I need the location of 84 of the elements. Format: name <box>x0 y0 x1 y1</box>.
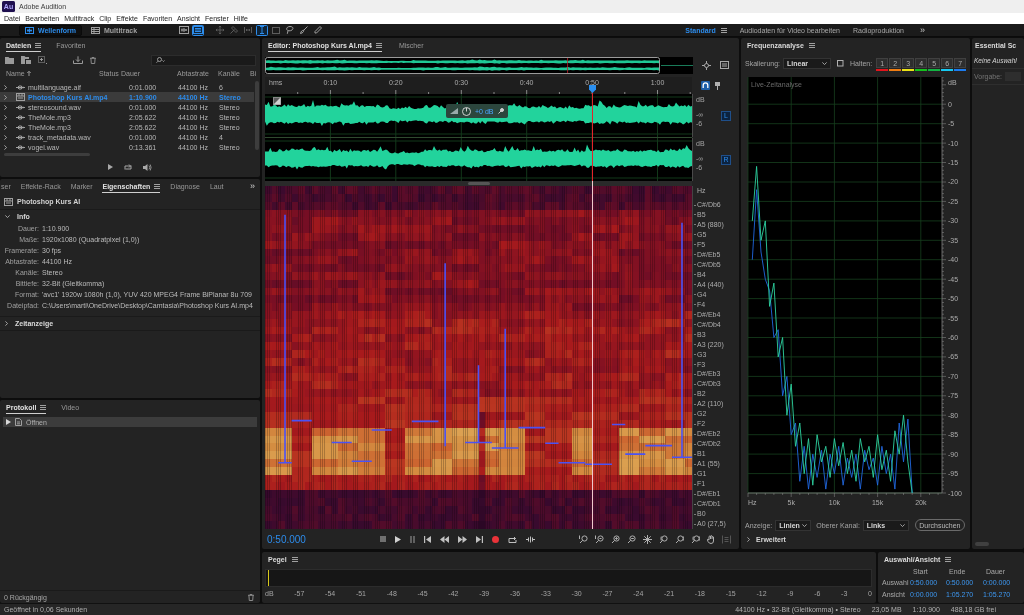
trash-icon[interactable] <box>90 56 96 64</box>
spectral-view-icon <box>193 26 204 34</box>
hand-icon[interactable] <box>707 534 715 544</box>
menu-icon[interactable] <box>945 557 952 562</box>
blade-icon <box>230 26 239 34</box>
play-icon[interactable] <box>108 164 113 170</box>
time-display: 0:50.000 <box>267 533 307 545</box>
film-icon <box>16 93 25 101</box>
tray-arrow-icon[interactable] <box>73 56 83 64</box>
magnifier-icon[interactable] <box>611 534 620 544</box>
waveform-icon <box>16 124 25 130</box>
caret-icon <box>802 523 808 527</box>
flag-icon[interactable] <box>715 81 720 90</box>
lasso-icon <box>286 26 295 34</box>
multitrack-icon <box>91 26 100 34</box>
tool-button[interactable] <box>256 24 269 36</box>
tool-button[interactable] <box>298 24 311 36</box>
waveform-icon <box>16 114 25 120</box>
stretch-icon <box>244 26 253 34</box>
magnifier-icon[interactable] <box>659 534 668 544</box>
magnifier-icon[interactable] <box>691 534 700 544</box>
menu-icon[interactable] <box>720 27 727 33</box>
waveform-view-icon <box>179 26 190 34</box>
pencil-icon <box>314 26 323 34</box>
magnet-icon[interactable] <box>701 81 710 90</box>
menu-icon[interactable] <box>35 42 42 48</box>
overflow-button[interactable]: » <box>917 25 928 35</box>
magnifier-icon[interactable] <box>627 534 636 544</box>
skip-back-icon[interactable] <box>424 535 431 543</box>
search-icon <box>156 57 165 63</box>
chevron-down-icon[interactable] <box>5 215 10 218</box>
film-icon <box>4 197 13 206</box>
horizontal-scrollbar[interactable] <box>467 182 490 185</box>
rewind-icon[interactable] <box>440 535 449 543</box>
sort-arrow-icon <box>26 70 31 76</box>
playhead-line[interactable] <box>592 93 594 529</box>
caret-icon <box>822 61 828 65</box>
crosshair-icon[interactable] <box>702 60 711 70</box>
skip-forward-icon[interactable] <box>476 535 483 543</box>
brush-icon <box>300 26 309 34</box>
tool-button[interactable] <box>270 24 283 36</box>
caret-icon <box>899 523 905 527</box>
tool-button[interactable] <box>312 24 325 36</box>
media-folder-icon[interactable] <box>21 56 31 64</box>
record-icon[interactable] <box>492 535 499 543</box>
waveform-icon <box>16 144 25 150</box>
search-field[interactable] <box>151 54 256 66</box>
folder-icon[interactable] <box>5 56 14 64</box>
overflow-button[interactable]: » <box>248 182 257 191</box>
skip-icon[interactable] <box>526 535 535 543</box>
menu-icon[interactable] <box>808 43 815 48</box>
menu-icon[interactable] <box>291 557 298 562</box>
starburst-icon[interactable] <box>643 534 652 544</box>
magnifier-icon[interactable] <box>675 534 684 544</box>
speaker-icon[interactable] <box>143 163 152 171</box>
loop-icon[interactable] <box>508 535 517 543</box>
menu-icon[interactable] <box>375 42 382 48</box>
chevron-right-icon[interactable] <box>5 321 8 326</box>
fast-forward-icon[interactable] <box>458 535 467 543</box>
document-icon <box>15 418 22 426</box>
display-toggle[interactable] <box>178 24 191 36</box>
marquee-icon <box>272 26 281 34</box>
play-icon[interactable] <box>395 535 401 543</box>
panel-icon[interactable] <box>720 61 729 69</box>
magnifier-icon[interactable] <box>579 534 588 544</box>
new-file-icon[interactable] <box>38 56 47 64</box>
move-icon <box>216 26 225 34</box>
menu-icon[interactable] <box>154 183 161 189</box>
menu-icon[interactable] <box>40 404 47 410</box>
play-icon[interactable] <box>6 419 11 425</box>
waveform-icon <box>16 134 25 140</box>
display-toggle[interactable] <box>192 24 205 36</box>
square-icon[interactable] <box>837 59 845 67</box>
waveform-view-icon <box>25 26 34 34</box>
pause-icon[interactable] <box>410 535 415 543</box>
waveform-icon <box>16 84 25 90</box>
chevron-right-icon[interactable] <box>747 537 750 542</box>
magnifier-icon[interactable] <box>595 534 604 544</box>
i-beam-icon <box>259 26 266 34</box>
trash-icon[interactable] <box>248 593 254 601</box>
peak-indicator-icon <box>268 570 269 586</box>
overview-waveform[interactable] <box>265 56 693 74</box>
loop-icon[interactable] <box>124 163 132 171</box>
waveform-icon <box>16 104 25 110</box>
